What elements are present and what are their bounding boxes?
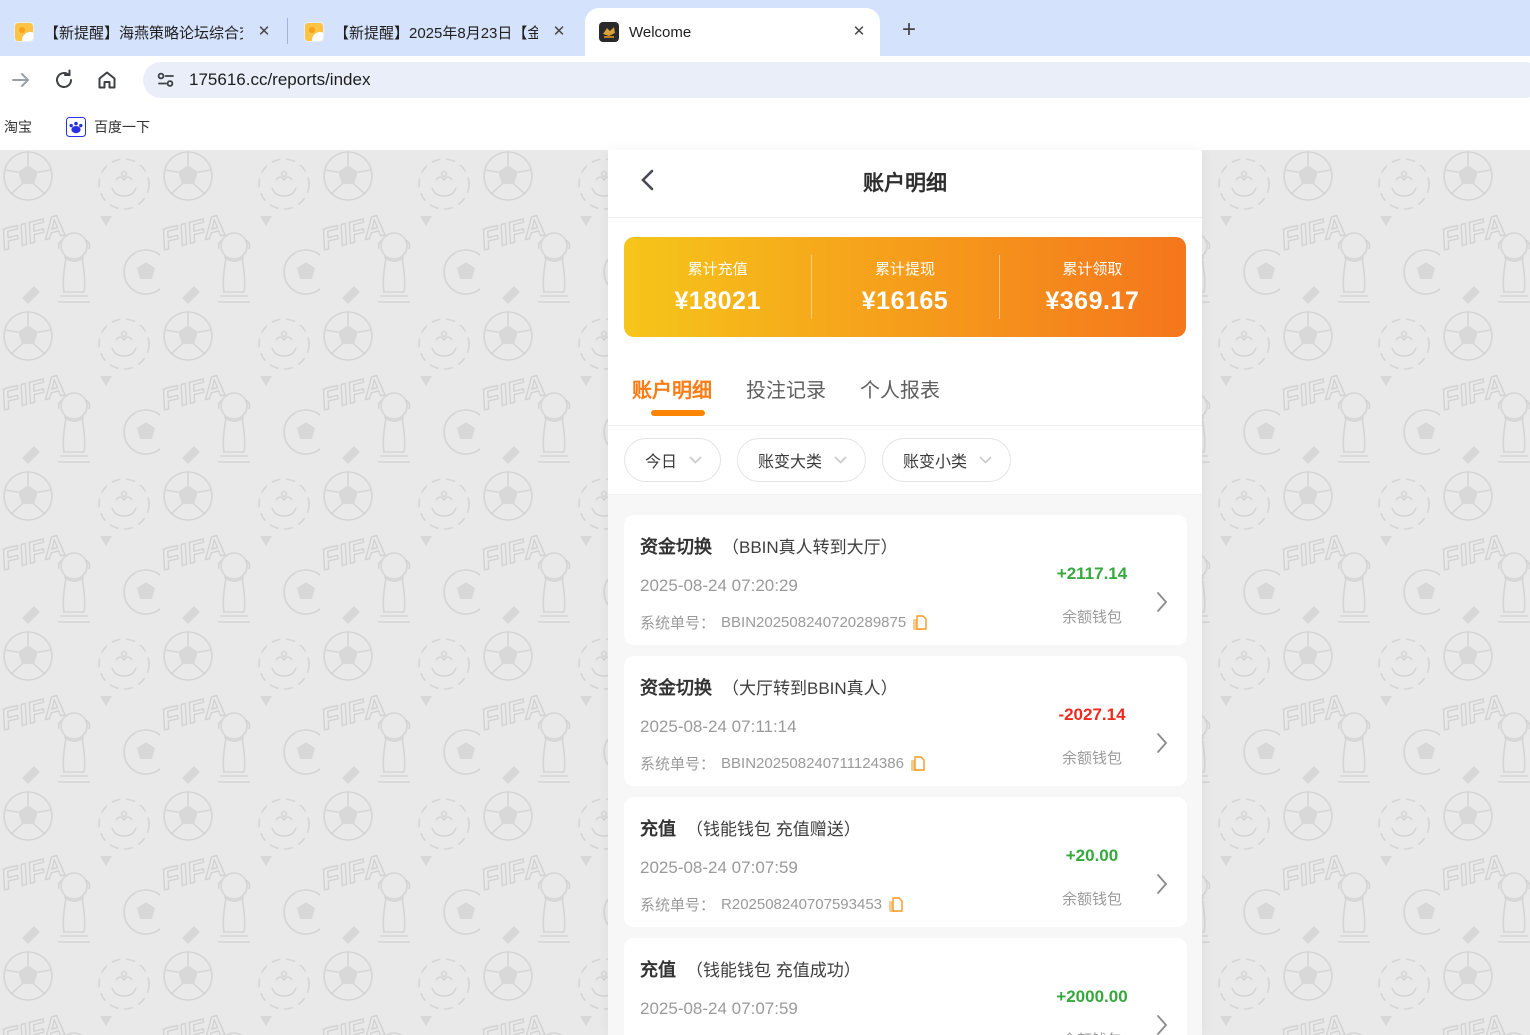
chevron-right-icon (1151, 706, 1173, 754)
transaction-detail: （大厅转到BBIN真人） (722, 674, 898, 699)
stat-value: ¥18021 (674, 287, 760, 316)
total-claimed: 累计领取 ¥369.17 (999, 237, 1186, 337)
copy-icon[interactable] (910, 756, 925, 772)
order-label: 系统单号： (640, 894, 715, 915)
browser-tab-strip: 【新提醒】海燕策略论坛综合交 ✕ 【新提醒】2025年8月23日【金 ✕ Wel… (0, 0, 1530, 56)
order-number: R202508240707593453 (721, 896, 882, 913)
chevron-right-icon (1151, 565, 1173, 613)
browser-tab-2[interactable]: 【新提醒】2025年8月23日【金 ✕ (290, 8, 580, 56)
browser-tab-1[interactable]: 【新提醒】海燕策略论坛综合交 ✕ (0, 8, 285, 56)
transaction-type: 充值 (640, 956, 676, 982)
home-icon[interactable] (90, 63, 124, 97)
url-text[interactable]: 175616.cc/reports/index (189, 70, 370, 90)
filter-row: 今日 账变大类 账变小类 (608, 426, 1202, 495)
stat-value: ¥369.17 (1045, 287, 1139, 316)
order-label: 系统单号： (640, 612, 715, 633)
report-tabs: 账户明细 投注记录 个人报表 (608, 360, 1202, 426)
stat-label: 累计充值 (688, 258, 748, 279)
stat-value: ¥16165 (862, 287, 948, 316)
wallet-label: 余额钱包 (1062, 1029, 1122, 1035)
transaction-datetime: 2025-08-24 07:11:14 (640, 717, 1033, 737)
bookmark-baidu[interactable]: 百度一下 (58, 111, 158, 143)
chevron-down-icon (834, 456, 847, 464)
tab-close-icon[interactable]: ✕ (848, 21, 870, 43)
wallet-label: 余额钱包 (1062, 747, 1122, 768)
tab-title: 【新提醒】2025年8月23日【金 (334, 22, 538, 43)
bookmark-taobao[interactable]: 淘宝 (0, 111, 40, 143)
page-content: FIFA (0, 150, 1530, 1035)
transaction-card[interactable]: 充值 （钱能钱包 充值赠送） 2025-08-24 07:07:59 系统单号：… (624, 797, 1187, 927)
transaction-amount: -2027.14 (1058, 705, 1125, 725)
tab-account-detail[interactable]: 账户明细 (632, 366, 712, 403)
transaction-card[interactable]: 充值 （钱能钱包 充值成功） 2025-08-24 07:07:59 +2000… (624, 938, 1187, 1035)
transaction-detail: （钱能钱包 充值成功） (686, 956, 861, 981)
transaction-detail: （钱能钱包 充值赠送） (686, 815, 861, 840)
chevron-right-icon (1151, 988, 1173, 1035)
chevron-down-icon (689, 456, 702, 464)
bookmark-label: 百度一下 (94, 117, 150, 137)
address-bar[interactable]: 175616.cc/reports/index (143, 62, 1530, 98)
transaction-datetime: 2025-08-24 07:07:59 (640, 858, 1033, 878)
bookmark-label: 淘宝 (4, 117, 32, 137)
filter-label: 账变小类 (903, 448, 967, 472)
total-withdraw: 累计提现 ¥16165 (811, 237, 998, 337)
minor-type-dropdown[interactable]: 账变小类 (882, 438, 1011, 482)
tab-close-icon[interactable]: ✕ (253, 21, 275, 43)
browser-toolbar: 175616.cc/reports/index (0, 56, 1530, 103)
forward-icon[interactable] (4, 63, 38, 97)
transaction-datetime: 2025-08-24 07:07:59 (640, 999, 1033, 1019)
transaction-amount: +2117.14 (1057, 564, 1127, 584)
mail-favicon-icon (14, 22, 34, 42)
filter-label: 今日 (645, 448, 677, 472)
bookmarks-bar: 淘宝 百度一下 (0, 103, 1530, 150)
transaction-amount: +2000.00 (1056, 987, 1127, 1007)
transaction-datetime: 2025-08-24 07:20:29 (640, 576, 1033, 596)
order-label: 系统单号： (640, 753, 715, 774)
page-header: 账户明细 (608, 150, 1202, 218)
site-settings-icon[interactable] (155, 69, 177, 91)
tab-bet-records[interactable]: 投注记录 (746, 366, 826, 403)
tab-personal-report[interactable]: 个人报表 (860, 366, 940, 403)
transaction-card[interactable]: 资金切换 （大厅转到BBIN真人） 2025-08-24 07:11:14 系统… (624, 656, 1187, 786)
totals-card: 累计充值 ¥18021 累计提现 ¥16165 累计领取 ¥369.17 (624, 237, 1186, 337)
transaction-type: 资金切换 (640, 533, 712, 559)
stat-label: 累计提现 (875, 258, 935, 279)
copy-icon[interactable] (888, 897, 903, 913)
transaction-detail: （BBIN真人转到大厅） (722, 533, 898, 558)
mail-favicon-icon (304, 22, 324, 42)
tab-separator (287, 18, 288, 44)
account-detail-panel: 账户明细 累计充值 ¥18021 累计提现 ¥16165 累计领取 ¥369.1… (608, 150, 1202, 1035)
chevron-down-icon (979, 456, 992, 464)
transaction-type: 充值 (640, 815, 676, 841)
transaction-amount: +20.00 (1066, 846, 1118, 866)
page-title: 账户明细 (608, 150, 1202, 218)
tab-title: 【新提醒】海燕策略论坛综合交 (44, 22, 243, 43)
dragon-favicon-icon (599, 22, 619, 42)
chevron-right-icon (1151, 847, 1173, 895)
browser-tab-active[interactable]: Welcome ✕ (585, 8, 880, 56)
baidu-paw-icon (66, 117, 86, 137)
copy-icon[interactable] (912, 615, 927, 631)
back-icon[interactable] (638, 168, 668, 198)
transaction-list: 资金切换 （BBIN真人转到大厅） 2025-08-24 07:20:29 系统… (608, 495, 1202, 1035)
active-tab-indicator (651, 410, 705, 416)
transaction-card[interactable]: 资金切换 （BBIN真人转到大厅） 2025-08-24 07:20:29 系统… (624, 515, 1187, 645)
new-tab-button[interactable]: + (892, 14, 926, 48)
total-deposit: 累计充值 ¥18021 (624, 237, 811, 337)
order-number: BBIN202508240720289875 (721, 614, 906, 631)
order-number: BBIN202508240711124386 (721, 755, 904, 772)
wallet-label: 余额钱包 (1062, 606, 1122, 627)
stat-label: 累计领取 (1062, 258, 1122, 279)
transaction-type: 资金切换 (640, 674, 712, 700)
tab-close-icon[interactable]: ✕ (548, 21, 570, 43)
date-filter-dropdown[interactable]: 今日 (624, 438, 721, 482)
tab-title: Welcome (629, 24, 838, 41)
wallet-label: 余额钱包 (1062, 888, 1122, 909)
filter-label: 账变大类 (758, 448, 822, 472)
major-type-dropdown[interactable]: 账变大类 (737, 438, 866, 482)
reload-icon[interactable] (47, 63, 81, 97)
